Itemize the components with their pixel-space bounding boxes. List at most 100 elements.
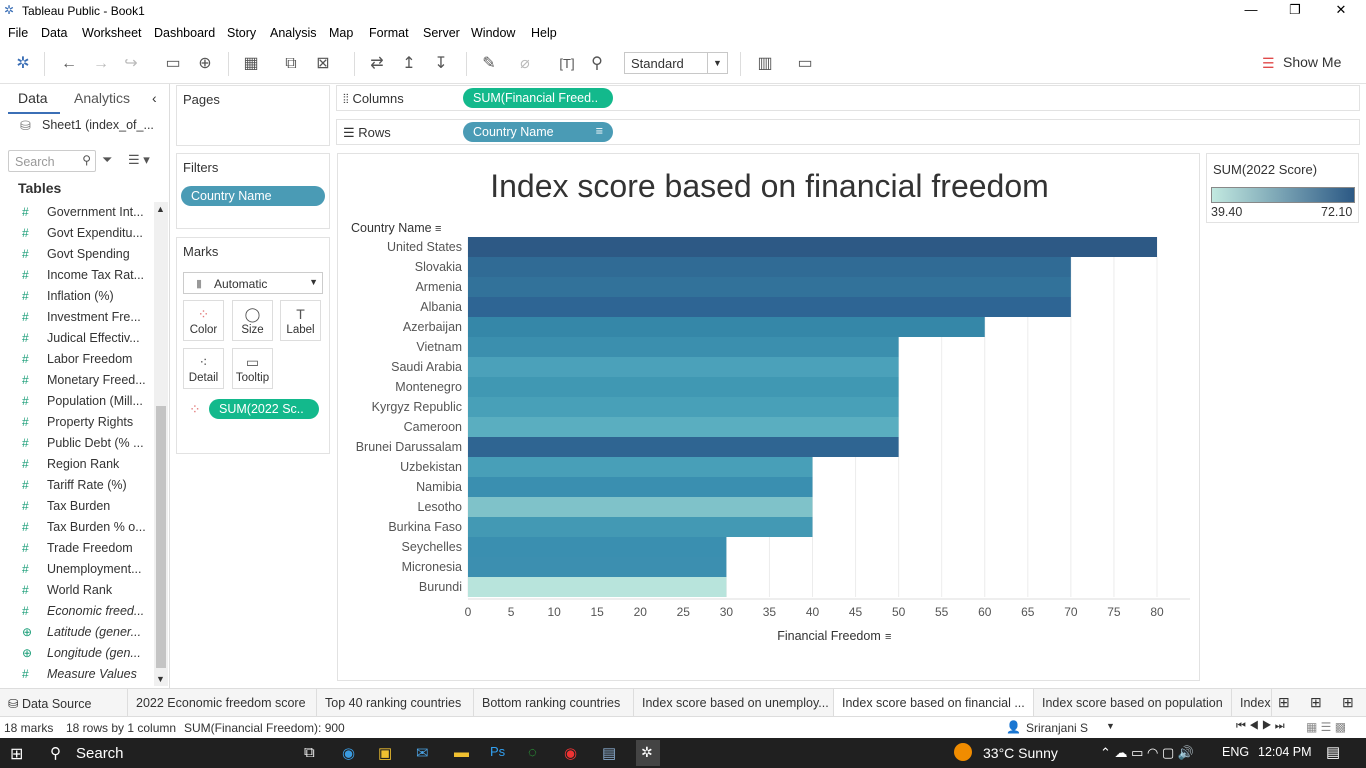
mail-icon[interactable]: ✉ (416, 744, 429, 762)
menu-data[interactable]: Data (41, 26, 67, 40)
restore-button[interactable]: ❐ (1280, 2, 1310, 20)
tooltip-button[interactable]: ▭ Tooltip (232, 348, 273, 389)
field-item[interactable]: # Public Debt (% ... (18, 433, 148, 454)
highlight-icon[interactable]: ✎ (478, 54, 500, 74)
field-item[interactable]: # Income Tax Rat... (18, 265, 148, 286)
category-label[interactable]: Montenegro (395, 380, 462, 394)
sort-icon[interactable]: ≡ (885, 631, 891, 643)
bar[interactable] (468, 337, 899, 357)
clock[interactable]: 12:04 PM (1258, 745, 1312, 759)
bar[interactable] (468, 557, 727, 577)
menu-analysis[interactable]: Analysis (270, 26, 317, 40)
notifications-icon[interactable]: ▤ (1326, 743, 1340, 761)
tableau-taskbar-icon[interactable]: ✲ (636, 740, 660, 766)
search-icon[interactable]: ⚲ (50, 744, 61, 762)
columns-shelf[interactable]: ⦙⦙ Columns SUM(Financial Freed.. (336, 85, 1360, 111)
field-item[interactable]: # Govt Expenditu... (18, 223, 148, 244)
field-item[interactable]: # Monetary Freed... (18, 370, 148, 391)
field-item[interactable]: # Unemployment... (18, 559, 148, 580)
bar[interactable] (468, 377, 899, 397)
replay-icon[interactable]: ↪ (120, 54, 142, 74)
field-item[interactable]: ⊕ Latitude (gener... (18, 622, 148, 643)
view-mode-icons[interactable]: ▦ ☰ ▩ (1306, 720, 1346, 734)
undo-icon[interactable]: ← (58, 54, 80, 74)
presentation-mode-icon[interactable]: ▭ (794, 54, 816, 74)
field-list-scrollbar[interactable]: ▲ ▼ (154, 202, 168, 686)
field-item[interactable]: # Trade Freedom (18, 538, 148, 559)
close-button[interactable]: ✕ (1326, 2, 1356, 20)
color-legend[interactable]: SUM(2022 Score) 39.40 72.10 (1206, 153, 1359, 223)
bar[interactable] (468, 497, 813, 517)
task-view-icon[interactable]: ⧉ (304, 744, 315, 761)
scroll-down-icon[interactable]: ▼ (156, 674, 165, 684)
show-cards-icon[interactable]: ▥ (754, 54, 776, 74)
category-label[interactable]: Vietnam (416, 340, 462, 354)
category-label[interactable]: Seychelles (402, 540, 462, 554)
swap-rows-columns-icon[interactable]: ⇄ (366, 54, 388, 74)
edge-icon[interactable]: ◉ (342, 744, 355, 762)
status-user[interactable]: Sriranjani S (1026, 721, 1088, 735)
save-icon[interactable]: ▭ (162, 54, 184, 74)
x-axis-label[interactable]: Financial Freedom (777, 629, 881, 643)
tableau-home-icon[interactable]: ✲ (12, 54, 34, 74)
duplicate-sheet-icon[interactable]: ⧉ (280, 54, 302, 74)
tab-sheet[interactable]: Bottom ranking countries (474, 689, 634, 717)
menu-map[interactable]: Map (329, 26, 353, 40)
category-label[interactable]: Saudi Arabia (391, 360, 462, 374)
filters-card[interactable]: Filters Country Name (176, 153, 330, 229)
tab-analytics[interactable]: Analytics (74, 90, 130, 106)
store-icon[interactable]: ▣ (378, 744, 392, 762)
field-item[interactable]: # Judical Effectiv... (18, 328, 148, 349)
sort-ascending-icon[interactable]: ↥ (398, 54, 420, 74)
new-dashboard-icon[interactable]: ⊞ (1310, 694, 1322, 711)
category-label[interactable]: Micronesia (402, 560, 462, 574)
field-item[interactable]: # Investment Fre... (18, 307, 148, 328)
bar[interactable] (468, 537, 727, 557)
bar[interactable] (468, 297, 1071, 317)
tab-sheet[interactable]: Top 40 ranking countries (317, 689, 474, 717)
scroll-up-icon[interactable]: ▲ (156, 204, 165, 214)
chrome-icon[interactable]: ◉ (564, 744, 577, 762)
datasource-name[interactable]: Sheet1 (index_of_... (42, 118, 154, 132)
menu-server[interactable]: Server (423, 26, 460, 40)
menu-format[interactable]: Format (369, 26, 409, 40)
field-item[interactable]: # Govt Spending (18, 244, 148, 265)
taskbar-search[interactable]: Search (76, 745, 124, 762)
field-item[interactable]: ⊕ Longitude (gen... (18, 643, 148, 664)
menu-window[interactable]: Window (471, 26, 515, 40)
bar[interactable] (468, 357, 899, 377)
weather-text[interactable]: 33°C Sunny (983, 745, 1058, 761)
chevron-down-icon[interactable]: ▼ (1106, 721, 1115, 731)
filter-pill-country-name[interactable]: Country Name (181, 186, 325, 206)
bar[interactable] (468, 577, 727, 597)
field-item[interactable]: # Economic freed... (18, 601, 148, 622)
windows-start-icon[interactable]: ⊞ (10, 744, 23, 764)
category-label[interactable]: Cameroon (404, 420, 462, 434)
filter-icon[interactable]: ⏷ (102, 152, 112, 168)
label-button[interactable]: T Label (280, 300, 321, 341)
bar[interactable] (468, 237, 1157, 257)
tab-data-source[interactable]: ⛁ Data Source (0, 689, 128, 717)
tab-sheet[interactable]: Index score based on population (1034, 689, 1232, 717)
new-datasource-icon[interactable]: ⊕ (194, 54, 216, 74)
bar[interactable] (468, 317, 985, 337)
field-item[interactable]: # Tariff Rate (%) (18, 475, 148, 496)
show-mark-labels-icon[interactable]: [T] (556, 54, 578, 74)
sort-descending-icon[interactable]: ↧ (430, 54, 452, 74)
search-input[interactable]: Search ⚲ (8, 150, 96, 172)
scrollbar-thumb[interactable] (156, 406, 166, 668)
color-button[interactable]: ⁘ Color (183, 300, 224, 341)
view-options-icon[interactable]: ☰ ▾ (128, 152, 150, 168)
collapse-pane-icon[interactable]: ‹ (152, 90, 157, 106)
field-item[interactable]: # World Rank (18, 580, 148, 601)
category-label[interactable]: Burundi (419, 580, 462, 594)
field-item[interactable]: # Tax Burden (18, 496, 148, 517)
new-worksheet-icon[interactable]: ⊞ (1278, 694, 1290, 711)
category-label[interactable]: Armenia (415, 280, 462, 294)
bar[interactable] (468, 277, 1071, 297)
system-tray-icons[interactable]: ⌃ ☁ ▭ ◠ ▢ 🔊 (1100, 745, 1194, 761)
category-label[interactable]: Uzbekistan (400, 460, 462, 474)
menu-help[interactable]: Help (531, 26, 557, 40)
tab-sheet[interactable]: Index score based on unemploy... (634, 689, 834, 717)
category-label[interactable]: Albania (420, 300, 462, 314)
